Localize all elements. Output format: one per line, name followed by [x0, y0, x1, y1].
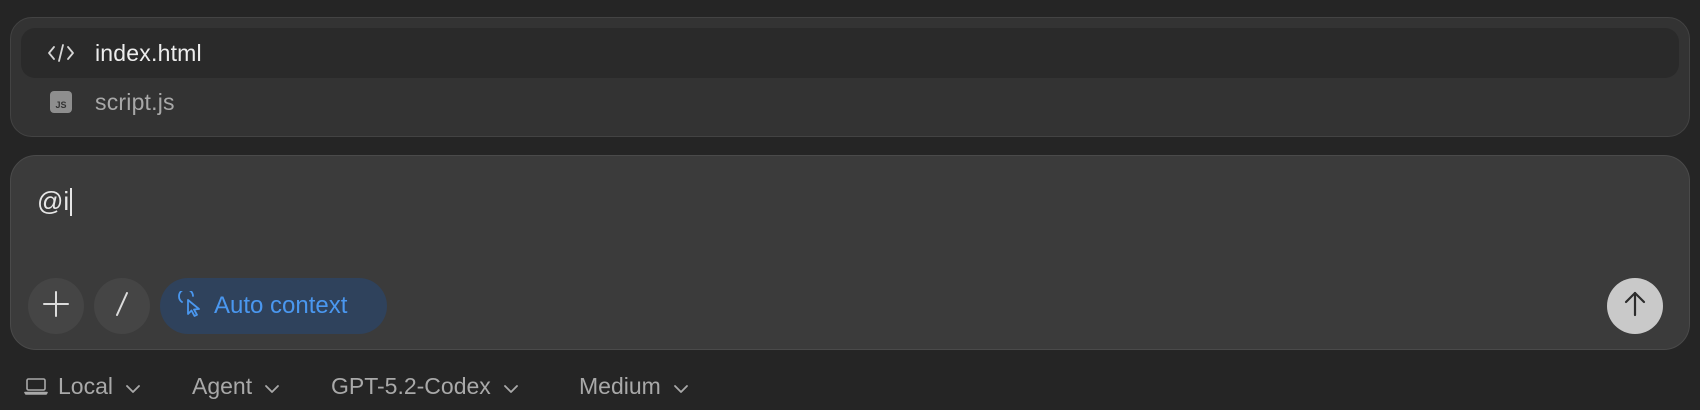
- plus-icon: [41, 289, 71, 324]
- environment-dropdown[interactable]: Local: [24, 365, 141, 407]
- composer-toolbar: Local Agent GPT-5.2-Codex Medium: [0, 365, 1700, 407]
- mode-dropdown[interactable]: Agent: [192, 365, 280, 407]
- model-label: GPT-5.2-Codex: [331, 372, 491, 399]
- suggestion-item-index-html[interactable]: index.html: [21, 28, 1679, 78]
- auto-context-button[interactable]: Auto context: [160, 278, 387, 334]
- chevron-down-icon: [673, 373, 689, 400]
- add-attachment-button[interactable]: [28, 278, 84, 334]
- cursor-click-icon: [178, 287, 204, 322]
- suggestion-item-script-js[interactable]: JS script.js: [21, 77, 1679, 127]
- send-button[interactable]: [1607, 278, 1663, 334]
- model-dropdown[interactable]: GPT-5.2-Codex: [331, 365, 519, 407]
- prompt-input-text: @i: [37, 186, 70, 216]
- code-icon: [47, 39, 75, 67]
- auto-context-label: Auto context: [214, 292, 348, 319]
- chevron-down-icon: [264, 373, 280, 400]
- chevron-down-icon: [125, 373, 141, 400]
- prompt-input[interactable]: @i: [37, 186, 73, 217]
- laptop-icon: [24, 376, 48, 396]
- slash-commands-button[interactable]: [94, 278, 150, 334]
- suggestion-label: index.html: [95, 39, 202, 66]
- suggestion-label: script.js: [95, 88, 175, 115]
- js-badge-text: JS: [55, 100, 66, 110]
- reasoning-label: Medium: [579, 372, 661, 399]
- js-file-icon: JS: [47, 88, 75, 116]
- mode-label: Agent: [192, 372, 253, 399]
- slash-icon: [110, 290, 134, 323]
- chevron-down-icon: [503, 373, 519, 400]
- file-suggestion-popup: index.html JS script.js: [10, 17, 1690, 137]
- arrow-up-icon: [1620, 289, 1650, 324]
- reasoning-dropdown[interactable]: Medium: [579, 365, 689, 407]
- composer: @i Auto context: [10, 155, 1690, 350]
- environment-label: Local: [58, 372, 113, 399]
- text-caret: [70, 187, 73, 216]
